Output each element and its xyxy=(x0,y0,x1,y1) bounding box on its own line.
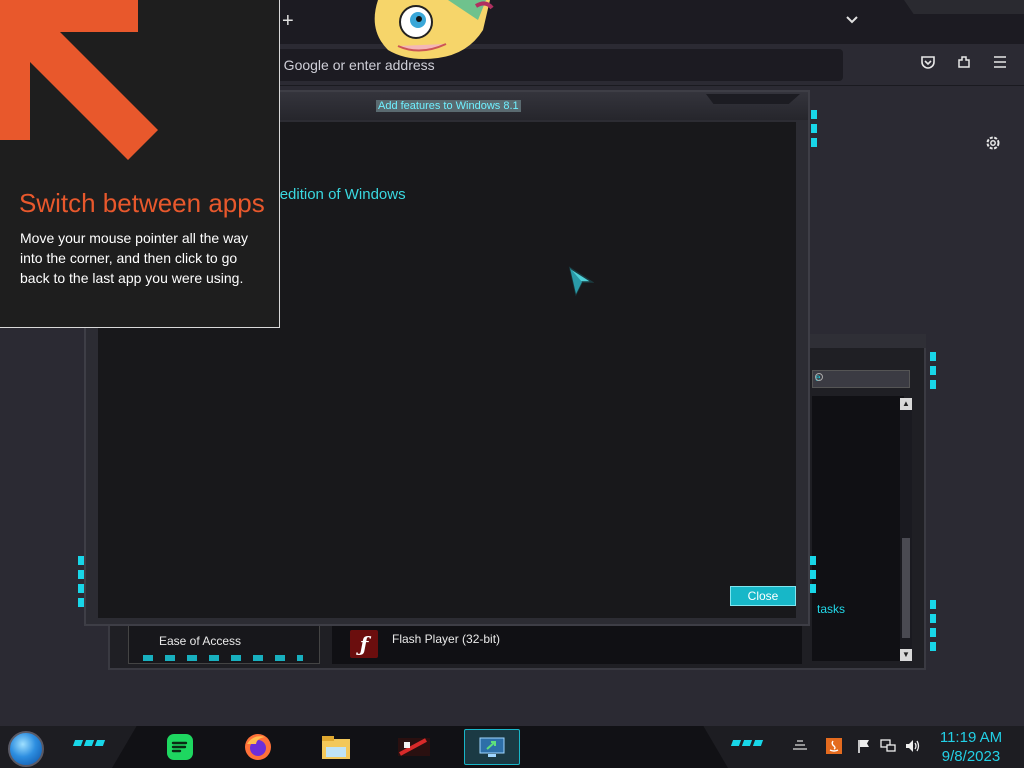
tip-title: Switch between apps xyxy=(19,188,265,218)
file-explorer-icon xyxy=(322,736,350,759)
media-app-icon xyxy=(398,738,430,756)
scroll-down-icon[interactable]: ▼ xyxy=(900,649,912,661)
list-all-tabs-button[interactable] xyxy=(845,12,859,28)
media-app-taskbar-button[interactable] xyxy=(386,729,442,765)
pocket-icon[interactable] xyxy=(917,54,939,76)
java-update-icon[interactable] xyxy=(826,738,842,754)
list-item-label: Flash Player (32-bit) xyxy=(392,632,501,646)
category-label: Ease of Access xyxy=(159,634,242,648)
remote-desktop-taskbar-button[interactable] xyxy=(464,729,520,765)
action-center-flag-icon[interactable] xyxy=(856,738,872,754)
spotify-taskbar-button[interactable] xyxy=(152,729,208,765)
clock-time: 11:19 AM xyxy=(939,729,1003,746)
search-icon xyxy=(815,373,823,381)
file-explorer-taskbar-button[interactable] xyxy=(308,729,364,765)
hot-corner-tip: Switch between apps Move your mouse poin… xyxy=(0,0,280,328)
frame-light-decoration xyxy=(930,352,936,394)
ease-of-access-category[interactable]: Ease of Access xyxy=(128,624,320,664)
mascot-illustration xyxy=(368,0,498,62)
arrow-up-left-icon xyxy=(0,0,158,160)
clock-date: 9/8/2023 xyxy=(941,748,1001,765)
programs-window-frame xyxy=(808,334,926,348)
scrollbar-thumb[interactable] xyxy=(902,538,910,638)
window-corner-decoration xyxy=(904,0,1024,14)
taskbar-light-decoration xyxy=(730,740,764,746)
dialog-title: Add features to Windows 8.1 xyxy=(376,100,521,112)
tray-overflow-icon[interactable] xyxy=(792,738,808,754)
start-button[interactable] xyxy=(8,731,44,767)
system-clock[interactable]: 11:19 AM 9/8/2023 xyxy=(930,728,1012,766)
category-glow-decoration xyxy=(143,655,303,661)
new-tab-button[interactable]: + xyxy=(282,10,294,32)
firefox-taskbar-button[interactable] xyxy=(230,729,286,765)
close-button[interactable]: Close xyxy=(730,586,796,606)
volume-icon[interactable] xyxy=(904,738,920,754)
list-item[interactable]: ƒ Flash Player (32-bit) xyxy=(332,624,802,664)
tasks-link[interactable]: tasks xyxy=(817,602,845,616)
remote-desktop-icon xyxy=(479,737,505,757)
taskbar: 11:19 AM 9/8/2023 xyxy=(0,726,1024,768)
flash-player-icon: ƒ xyxy=(350,630,378,658)
menu-icon[interactable] xyxy=(989,54,1011,76)
extensions-icon[interactable] xyxy=(953,54,975,76)
spotify-icon xyxy=(167,734,193,760)
mouse-pointer-icon xyxy=(566,264,595,298)
taskbar-light-decoration xyxy=(72,740,106,746)
search-programs-input[interactable]: e xyxy=(812,370,910,388)
frame-light-decoration xyxy=(810,556,816,598)
programs-scrollbar[interactable]: ▲ ▼ xyxy=(900,398,912,661)
programs-list xyxy=(812,396,904,661)
titlebar-decoration xyxy=(706,94,800,104)
network-icon[interactable] xyxy=(880,738,896,754)
frame-light-decoration xyxy=(930,600,936,656)
firefox-icon xyxy=(245,734,271,760)
tip-body: Move your mouse pointer all the way into… xyxy=(20,230,248,286)
frame-light-decoration xyxy=(811,110,817,152)
gear-icon[interactable] xyxy=(982,134,1004,156)
address-bar[interactable]: n Google or enter address xyxy=(230,49,843,81)
scroll-up-icon[interactable]: ▲ xyxy=(900,398,912,410)
